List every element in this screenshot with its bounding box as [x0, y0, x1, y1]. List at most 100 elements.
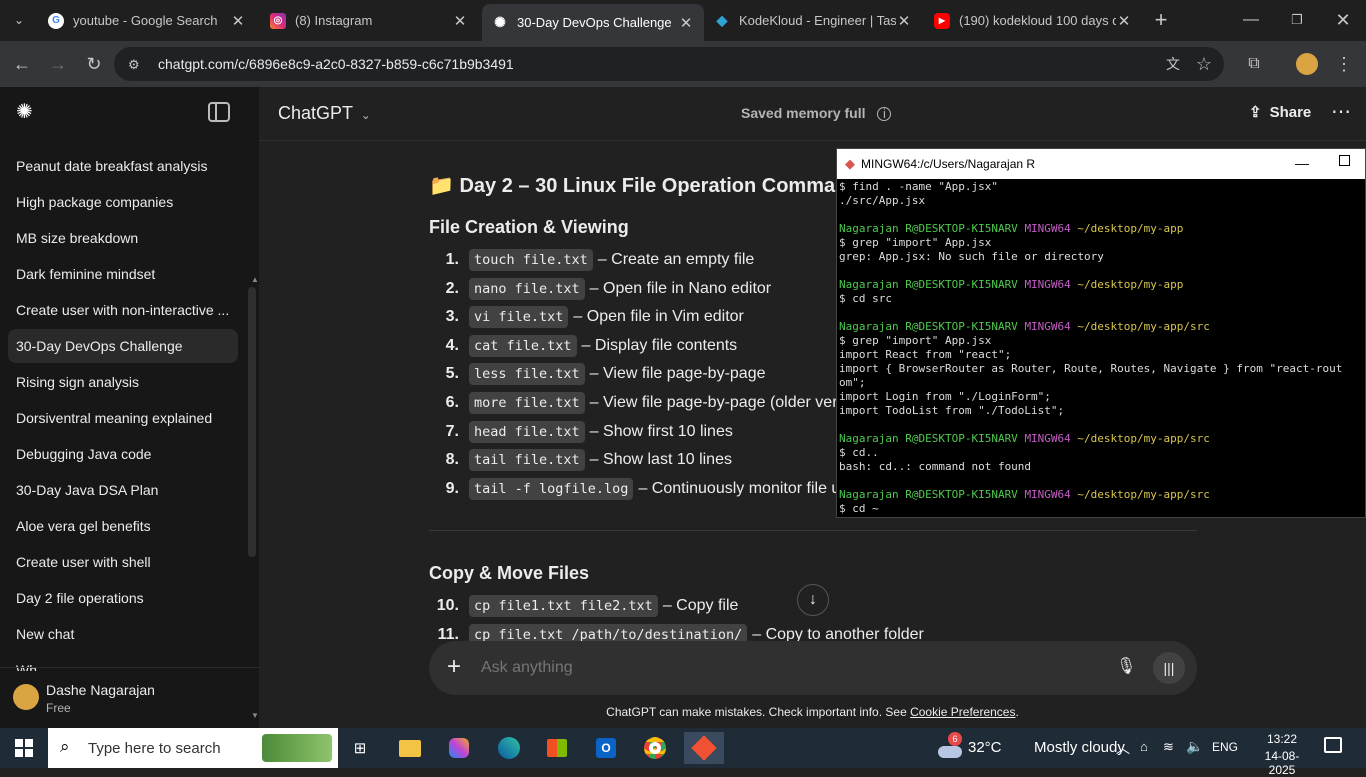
toggle-sidebar-icon[interactable] — [208, 102, 230, 122]
address-bar[interactable]: ⚙ chatgpt.com/c/6896e8c9-a2c0-8327-b859-… — [114, 47, 1224, 81]
prompt-input[interactable] — [481, 655, 1081, 681]
taskbar-search-box[interactable]: ⌕ Type here to search — [48, 728, 338, 768]
bookmark-star-icon[interactable]: ☆ — [1191, 51, 1217, 77]
tab-youtube[interactable]: ▶ (190) kodekloud 100 days de ✕ — [924, 4, 1142, 37]
sidebar-item-chat[interactable]: Aloe vera gel benefits — [8, 509, 238, 543]
task-view-icon[interactable]: ⊞ — [340, 732, 380, 764]
command-description: – Create an empty file — [597, 251, 755, 268]
sidebar-item-chat[interactable]: Dark feminine mindset — [8, 257, 238, 291]
sidebar-item-chat[interactable]: Create user with non-interactive ... — [8, 293, 238, 327]
weather-icon[interactable]: 6 — [934, 732, 964, 762]
close-tab-icon[interactable]: ✕ — [1116, 12, 1132, 30]
list-number: 8. — [445, 451, 459, 469]
volume-icon[interactable]: 🔈 — [1186, 738, 1203, 755]
sidebar-item-chat[interactable]: Peanut date breakfast analysis — [8, 149, 238, 183]
microsoft-store-icon[interactable] — [537, 732, 577, 764]
sidebar-item-chat[interactable]: Rising sign analysis — [8, 365, 238, 399]
sidebar-item-chat[interactable]: MB size breakdown — [8, 221, 238, 255]
sidebar-item-chat[interactable]: Day 2 file operations — [8, 581, 238, 615]
maximize-terminal-button[interactable] — [1339, 155, 1350, 166]
terminal-line: import Login from "./LoginForm"; — [839, 390, 1051, 403]
new-tab-button[interactable]: + — [1148, 7, 1174, 33]
restore-window-button[interactable]: ❐ — [1274, 8, 1320, 32]
sidebar-item-chat[interactable]: 30-Day DevOps Challenge — [8, 329, 238, 363]
more-options-icon[interactable]: ⋯ — [1331, 99, 1351, 124]
disclaimer-end: . — [1015, 705, 1019, 719]
tab-instagram[interactable]: ◎ (8) Instagram ✕ — [260, 4, 478, 37]
site-settings-icon[interactable]: ⚙ — [128, 57, 144, 72]
file-explorer-icon[interactable] — [390, 732, 430, 764]
windows-start-button[interactable] — [4, 732, 44, 764]
chrome-icon[interactable] — [635, 732, 675, 764]
browser-menu-icon[interactable]: ⋮ — [1331, 51, 1357, 77]
clock[interactable]: 13:22 14-08-2025 — [1252, 732, 1312, 777]
list-item: 9. tail -f logfile.log – Continuously moni… — [429, 476, 888, 502]
close-window-button[interactable]: ✕ — [1320, 8, 1366, 32]
list-number: 9. — [445, 479, 459, 497]
tab-kodekloud[interactable]: ◆ KodeKloud - Engineer | Task ✕ — [704, 4, 922, 37]
close-tab-icon[interactable]: ✕ — [678, 14, 694, 32]
share-icon: ⇪ — [1249, 104, 1262, 121]
list-number: 5. — [445, 365, 459, 383]
sidebar-item-chat[interactable]: 30-Day Java DSA Plan — [8, 473, 238, 507]
microphone-icon[interactable]: 🎙 — [1116, 656, 1136, 676]
chatgpt-logo-icon[interactable]: ✺ — [16, 101, 38, 123]
sidebar-scrollbar[interactable] — [248, 287, 256, 557]
command-description: – Copy file — [662, 597, 739, 614]
user-profile-menu[interactable]: Dashe Nagarajan Free — [8, 674, 246, 722]
sidebar-item-chat[interactable]: Dorsiventral meaning explained — [8, 401, 238, 435]
close-tab-icon[interactable]: ✕ — [452, 12, 468, 30]
share-button[interactable]: ⇪ Share — [1249, 103, 1311, 121]
profile-avatar[interactable] — [1294, 51, 1320, 77]
network-icon[interactable]: ⌂ — [1140, 739, 1148, 754]
tab-devops-challenge[interactable]: ✺ 30-Day DevOps Challenge ✕ — [482, 4, 704, 41]
memory-status[interactable]: Saved memory full i — [741, 105, 892, 121]
terminal-line: $ find . -name "App.jsx" — [839, 180, 998, 193]
reload-icon[interactable]: ↻ — [81, 51, 107, 77]
tab-google-search[interactable]: G youtube - Google Search ✕ — [38, 4, 256, 37]
model-selector[interactable]: ChatGPT ⌄ — [278, 103, 371, 124]
forward-arrow-icon[interactable]: → — [45, 51, 71, 77]
command-description: – View file page-by-page (older version) — [589, 394, 873, 411]
wifi-icon[interactable]: ≋ — [1163, 739, 1174, 755]
notifications-icon[interactable] — [1324, 737, 1342, 753]
sidebar-item-chat[interactable]: New chat — [8, 617, 238, 651]
scroll-down-icon[interactable]: ▼ — [251, 711, 259, 720]
terminal-line: om"; — [839, 376, 866, 389]
terminal-output[interactable]: $ find . -name "App.jsx" ./src/App.jsx Nag… — [837, 179, 1365, 517]
terminal-titlebar[interactable]: ◆ MINGW64:/c/Users/Nagarajan R — — [837, 149, 1365, 179]
disclaimer-text: ChatGPT can make mistakes. Check importa… — [606, 705, 907, 719]
cookie-preferences-link[interactable]: Cookie Preferences — [910, 705, 1015, 719]
sidebar-item-chat[interactable]: High package companies — [8, 185, 238, 219]
sidebar-item-chat[interactable]: Debugging Java code — [8, 437, 238, 471]
close-tab-icon[interactable]: ✕ — [230, 12, 246, 30]
attach-plus-icon[interactable]: + — [447, 653, 461, 681]
instagram-icon: ◎ — [270, 12, 286, 29]
minimize-window-button[interactable]: — — [1228, 8, 1274, 32]
copilot-icon[interactable] — [439, 732, 479, 764]
outlook-icon[interactable]: O — [586, 732, 626, 764]
tab-search-chevron-icon[interactable]: ⌄ — [6, 7, 32, 33]
sidebar-item-chat[interactable]: Wh... — [8, 653, 238, 671]
minimize-terminal-button[interactable]: — — [1295, 155, 1309, 171]
response-title: 📁 Day 2 – 30 Linux File Operation Comman… — [429, 175, 871, 197]
prompt-path: ~/desktop/my-app — [1077, 222, 1184, 235]
list-item: 10. cp file1.txt file2.txt – Copy file — [429, 593, 738, 619]
back-arrow-icon[interactable]: ← — [9, 51, 35, 77]
edge-icon[interactable] — [489, 732, 529, 764]
scroll-to-bottom-button[interactable]: ↓ — [797, 584, 829, 616]
tab-title: (8) Instagram — [295, 13, 373, 28]
list-number: 10. — [436, 597, 459, 614]
mingw-terminal-window[interactable]: ◆ MINGW64:/c/Users/Nagarajan R — $ find … — [836, 148, 1366, 518]
extensions-icon[interactable]: ⧉ — [1241, 51, 1267, 77]
info-icon: i — [877, 107, 892, 121]
voice-mode-button[interactable]: ||| — [1153, 652, 1185, 684]
show-hidden-icons-chevron-icon[interactable]: ︿ — [1116, 738, 1130, 758]
git-bash-taskbar-icon[interactable] — [684, 732, 724, 764]
translate-icon[interactable]: 文 — [1160, 51, 1186, 77]
language-indicator[interactable]: ENG — [1212, 740, 1238, 754]
sidebar-item-chat[interactable]: Create user with shell — [8, 545, 238, 579]
scroll-up-icon[interactable]: ▲ — [251, 275, 259, 284]
close-tab-icon[interactable]: ✕ — [896, 12, 912, 30]
